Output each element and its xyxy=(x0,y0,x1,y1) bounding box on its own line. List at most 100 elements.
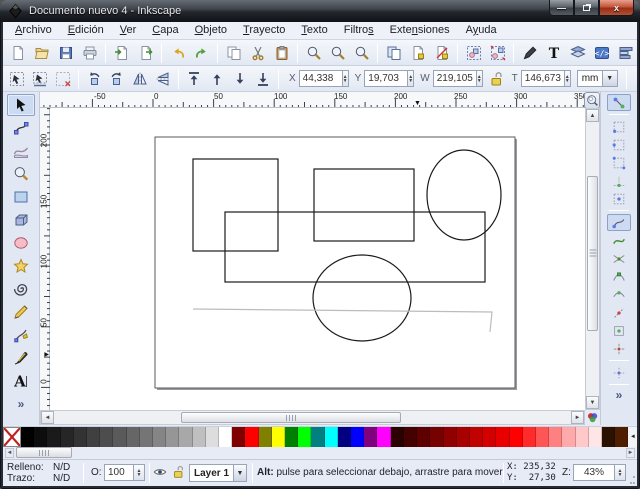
palette-more-icon[interactable]: ◄ xyxy=(628,427,637,447)
snap-bbox-corners-button[interactable] xyxy=(607,154,631,171)
menu-texto[interactable]: Texto xyxy=(293,22,335,39)
deselect-button[interactable] xyxy=(52,68,74,89)
lower-button[interactable] xyxy=(229,68,251,89)
menu-ver[interactable]: Ver xyxy=(112,22,145,39)
palette-swatch[interactable] xyxy=(562,427,575,447)
save-document-button[interactable] xyxy=(54,42,77,64)
fill-stroke-dialog-button[interactable] xyxy=(518,42,541,64)
rotate-cw-button[interactable] xyxy=(106,68,128,89)
palette-swatch[interactable] xyxy=(470,427,483,447)
palette-swatch[interactable] xyxy=(87,427,100,447)
rotate-ccw-button[interactable] xyxy=(83,68,105,89)
palette-swatch[interactable] xyxy=(417,427,430,447)
drawing-canvas[interactable] xyxy=(50,108,585,410)
snap-cusp-nodes-button[interactable] xyxy=(607,268,631,285)
palette-swatch[interactable] xyxy=(351,427,364,447)
copy-button[interactable] xyxy=(222,42,245,64)
snapbar-overflow-chevron[interactable]: » xyxy=(616,388,623,402)
flip-vertical-button[interactable] xyxy=(152,68,174,89)
h-spinner[interactable]: ▲▼ xyxy=(565,70,571,87)
palette-swatch[interactable] xyxy=(430,427,443,447)
vertical-scrollbar[interactable]: ▲ ▼ xyxy=(585,108,600,410)
scroll-down-icon[interactable]: ▼ xyxy=(586,396,599,409)
palette-scroll-thumb[interactable] xyxy=(16,447,72,458)
flip-horizontal-button[interactable] xyxy=(129,68,151,89)
menu-archivo[interactable]: Archivo xyxy=(7,22,60,39)
unlink-clone-button[interactable] xyxy=(430,42,453,64)
menu-extensiones[interactable]: Extensiones xyxy=(382,22,458,39)
cut-button[interactable] xyxy=(246,42,269,64)
zoom-field[interactable] xyxy=(573,464,615,481)
palette-swatch[interactable] xyxy=(364,427,377,447)
restore-button[interactable] xyxy=(574,0,599,16)
layer-lock-icon[interactable] xyxy=(171,465,187,481)
palette-swatch[interactable] xyxy=(496,427,509,447)
horizontal-ruler[interactable]: -50050100150200250300350▼ xyxy=(40,92,585,108)
palette-swatch[interactable] xyxy=(61,427,74,447)
resize-grip[interactable] xyxy=(627,476,635,484)
raise-button[interactable] xyxy=(206,68,228,89)
close-button[interactable]: x xyxy=(599,0,634,16)
unit-select[interactable]: mm ▼ xyxy=(577,70,618,87)
palette-swatch[interactable] xyxy=(311,427,324,447)
palette-swatch[interactable] xyxy=(179,427,192,447)
zoom-selection-button[interactable] xyxy=(302,42,325,64)
palette-swatch[interactable] xyxy=(219,427,232,447)
horizontal-scroll-thumb[interactable] xyxy=(181,412,401,423)
w-field[interactable] xyxy=(433,70,477,87)
snap-paths-button[interactable] xyxy=(607,232,631,249)
open-document-button[interactable] xyxy=(30,42,53,64)
text-dialog-button[interactable]: T xyxy=(542,42,565,64)
palette-swatch[interactable] xyxy=(444,427,457,447)
print-document-button[interactable] xyxy=(78,42,101,64)
palette-swatch[interactable] xyxy=(21,427,34,447)
palette-swatch[interactable] xyxy=(47,427,60,447)
stroke-value[interactable]: N/D xyxy=(53,473,70,484)
snap-object-centers-button[interactable] xyxy=(607,322,631,339)
export-button[interactable] xyxy=(134,42,157,64)
scroll-left-icon[interactable]: ◄ xyxy=(41,411,54,424)
palette-swatch[interactable] xyxy=(404,427,417,447)
palette-swatch[interactable] xyxy=(34,427,47,447)
opacity-spinner[interactable]: ▲▼ xyxy=(134,464,145,481)
scroll-right-icon[interactable]: ► xyxy=(571,411,584,424)
x-spinner[interactable]: ▲▼ xyxy=(343,70,349,87)
snap-enable-button[interactable] xyxy=(607,94,631,111)
snap-nodes-button[interactable] xyxy=(607,214,631,231)
group-button[interactable] xyxy=(462,42,485,64)
tool-selector[interactable] xyxy=(7,94,35,116)
paste-button[interactable] xyxy=(270,42,293,64)
palette-swatch[interactable] xyxy=(325,427,338,447)
select-all-button[interactable] xyxy=(6,68,28,89)
tool-pen[interactable] xyxy=(7,324,35,346)
tool-text[interactable]: A xyxy=(7,370,35,392)
tool-ellipse[interactable] xyxy=(7,232,35,254)
palette-swatch[interactable] xyxy=(576,427,589,447)
layers-dialog-button[interactable] xyxy=(566,42,589,64)
redo-button[interactable] xyxy=(190,42,213,64)
palette-swatch[interactable] xyxy=(140,427,153,447)
scroll-up-icon[interactable]: ▲ xyxy=(586,109,599,122)
import-button[interactable] xyxy=(110,42,133,64)
layer-visibility-eye-icon[interactable] xyxy=(153,465,169,481)
layer-selector[interactable]: Layer 1 ▼ xyxy=(189,464,247,482)
xml-editor-button[interactable]: </> xyxy=(590,42,613,64)
palette-swatch[interactable] xyxy=(100,427,113,447)
lock-ratio-icon[interactable] xyxy=(488,71,504,87)
palette-swatch[interactable] xyxy=(298,427,311,447)
palette-swatch[interactable] xyxy=(232,427,245,447)
palette-swatch[interactable] xyxy=(153,427,166,447)
palette-swatch[interactable] xyxy=(127,427,140,447)
palette-swatch[interactable] xyxy=(589,427,602,447)
tool-calligraphy[interactable] xyxy=(7,347,35,369)
snap-rotation-centers-button[interactable] xyxy=(607,340,631,357)
menu-filtros[interactable]: Filtros xyxy=(336,22,382,39)
vertical-ruler[interactable]: 200150100500▶ xyxy=(40,108,50,410)
w-spinner[interactable]: ▲▼ xyxy=(477,70,483,87)
tool-spiral[interactable] xyxy=(7,278,35,300)
lower-to-bottom-button[interactable] xyxy=(252,68,274,89)
zoom-drawing-button[interactable] xyxy=(326,42,349,64)
palette-swatch[interactable] xyxy=(536,427,549,447)
palette-swatch[interactable] xyxy=(602,427,615,447)
menu-objeto[interactable]: Objeto xyxy=(187,22,235,39)
